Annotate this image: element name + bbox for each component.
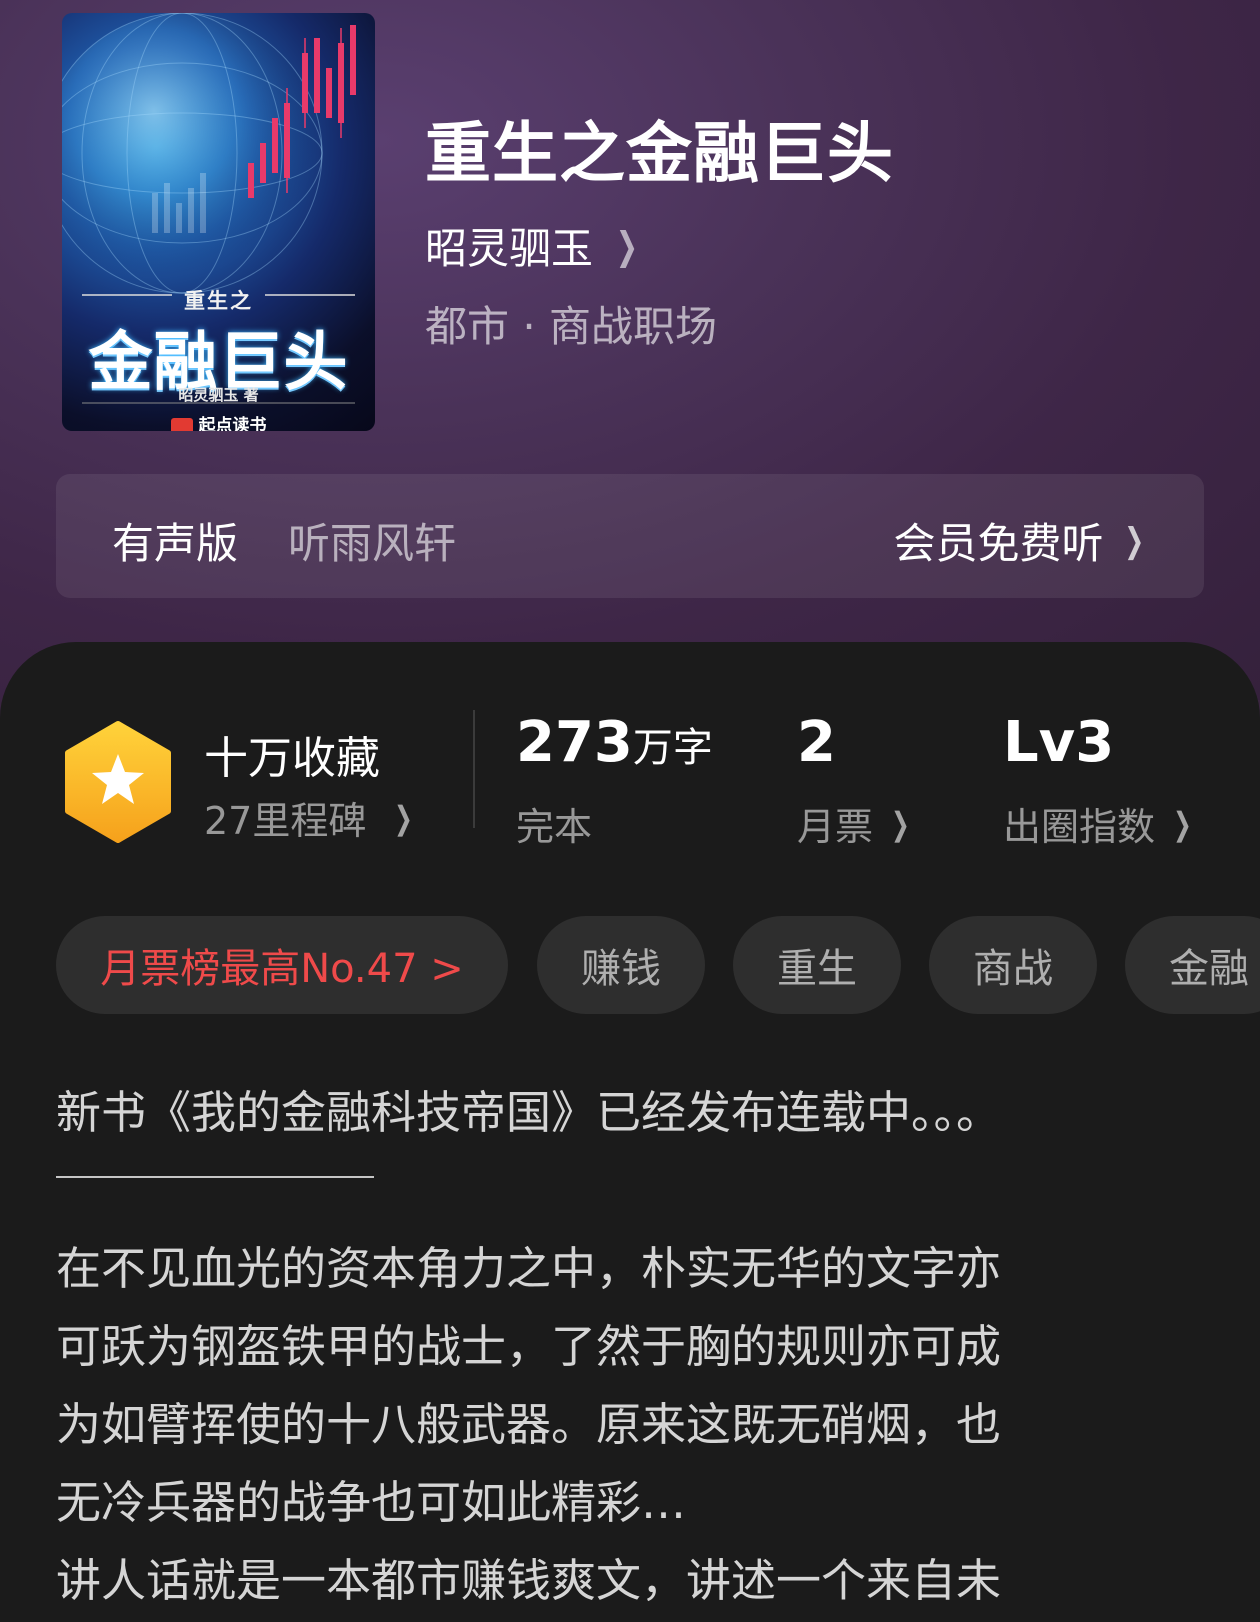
- description-line: 为如臂挥使的十八般武器。原来这既无硝烟，也: [56, 1398, 1002, 1451]
- chevron-right-icon: ❯: [1173, 804, 1192, 843]
- description-line: 新书《我的金融科技帝国》已经发布连载中。。。: [56, 1086, 1002, 1139]
- popularity-index-link[interactable]: 出圈指数 ❯: [1003, 796, 1196, 851]
- book-genre: 都市 · 商战职场: [425, 302, 718, 351]
- description-line: 可跃为钢盔铁甲的战士，了然于胸的规则亦可成: [56, 1320, 1002, 1373]
- audio-narrator: 听雨风轩: [288, 519, 457, 568]
- monthly-rank-tag[interactable]: 月票榜最高No.47 >: [56, 916, 508, 1014]
- separator-line: [56, 1176, 374, 1178]
- publisher-logo-icon: [170, 418, 193, 431]
- author-name: 昭灵驷玉: [425, 224, 594, 273]
- milestone-label: 27里程碑: [204, 799, 367, 843]
- description-line: 无冷兵器的战争也可如此精彩…: [56, 1476, 687, 1529]
- member-free-listen-button[interactable]: 会员免费听 ❯: [893, 510, 1148, 571]
- monthly-ticket-count: 2: [797, 710, 836, 775]
- star-hexagon-icon: [65, 721, 171, 843]
- tag-make-money[interactable]: 赚钱: [537, 916, 705, 1014]
- stat-divider: [473, 710, 475, 828]
- author-link[interactable]: 昭灵驷玉 ❯: [425, 215, 643, 276]
- popularity-level: Lv3: [1003, 710, 1115, 775]
- book-cover[interactable]: 重生之 金融巨头 昭灵驷玉 著 起点读书: [62, 13, 375, 431]
- cover-author: 昭灵驷玉 著: [178, 386, 259, 404]
- tag-finance[interactable]: 金融: [1125, 916, 1260, 1014]
- description-line: 在不见血光的资本角力之中，朴实无华的文字亦: [56, 1242, 1002, 1295]
- chevron-right-icon: ❯: [1123, 520, 1144, 561]
- completion-status: 完本: [516, 805, 593, 849]
- chevron-right-icon: ❯: [394, 798, 414, 837]
- chevron-right-icon: ❯: [615, 223, 639, 268]
- word-count-number: 273: [516, 710, 633, 775]
- member-free-listen-label: 会员免费听: [893, 519, 1104, 568]
- audio-version-bar[interactable]: 有声版 听雨风轩 会员免费听 ❯: [56, 474, 1204, 598]
- popularity-index-label: 出圈指数: [1003, 805, 1156, 849]
- milestone-link[interactable]: 27里程碑 ❯: [204, 790, 417, 845]
- monthly-ticket-label: 月票: [797, 805, 874, 849]
- chevron-right-icon: ❯: [891, 804, 910, 843]
- book-title: 重生之金融巨头: [425, 114, 894, 192]
- cover-publisher: 起点读书: [62, 411, 375, 431]
- monthly-ticket-link[interactable]: 月票 ❯: [797, 796, 914, 851]
- collect-title: 十万收藏: [204, 733, 380, 784]
- tag-rebirth[interactable]: 重生: [733, 916, 901, 1014]
- audio-label: 有声版: [112, 519, 239, 568]
- description-line: 讲人话就是一本都市赚钱爽文，讲述一个来自未: [56, 1554, 1002, 1607]
- word-count-unit: 万字: [632, 725, 713, 771]
- cover-publisher-text: 起点读书: [198, 416, 267, 431]
- tag-business-war[interactable]: 商战: [929, 916, 1097, 1014]
- word-count: 273万字: [516, 710, 713, 775]
